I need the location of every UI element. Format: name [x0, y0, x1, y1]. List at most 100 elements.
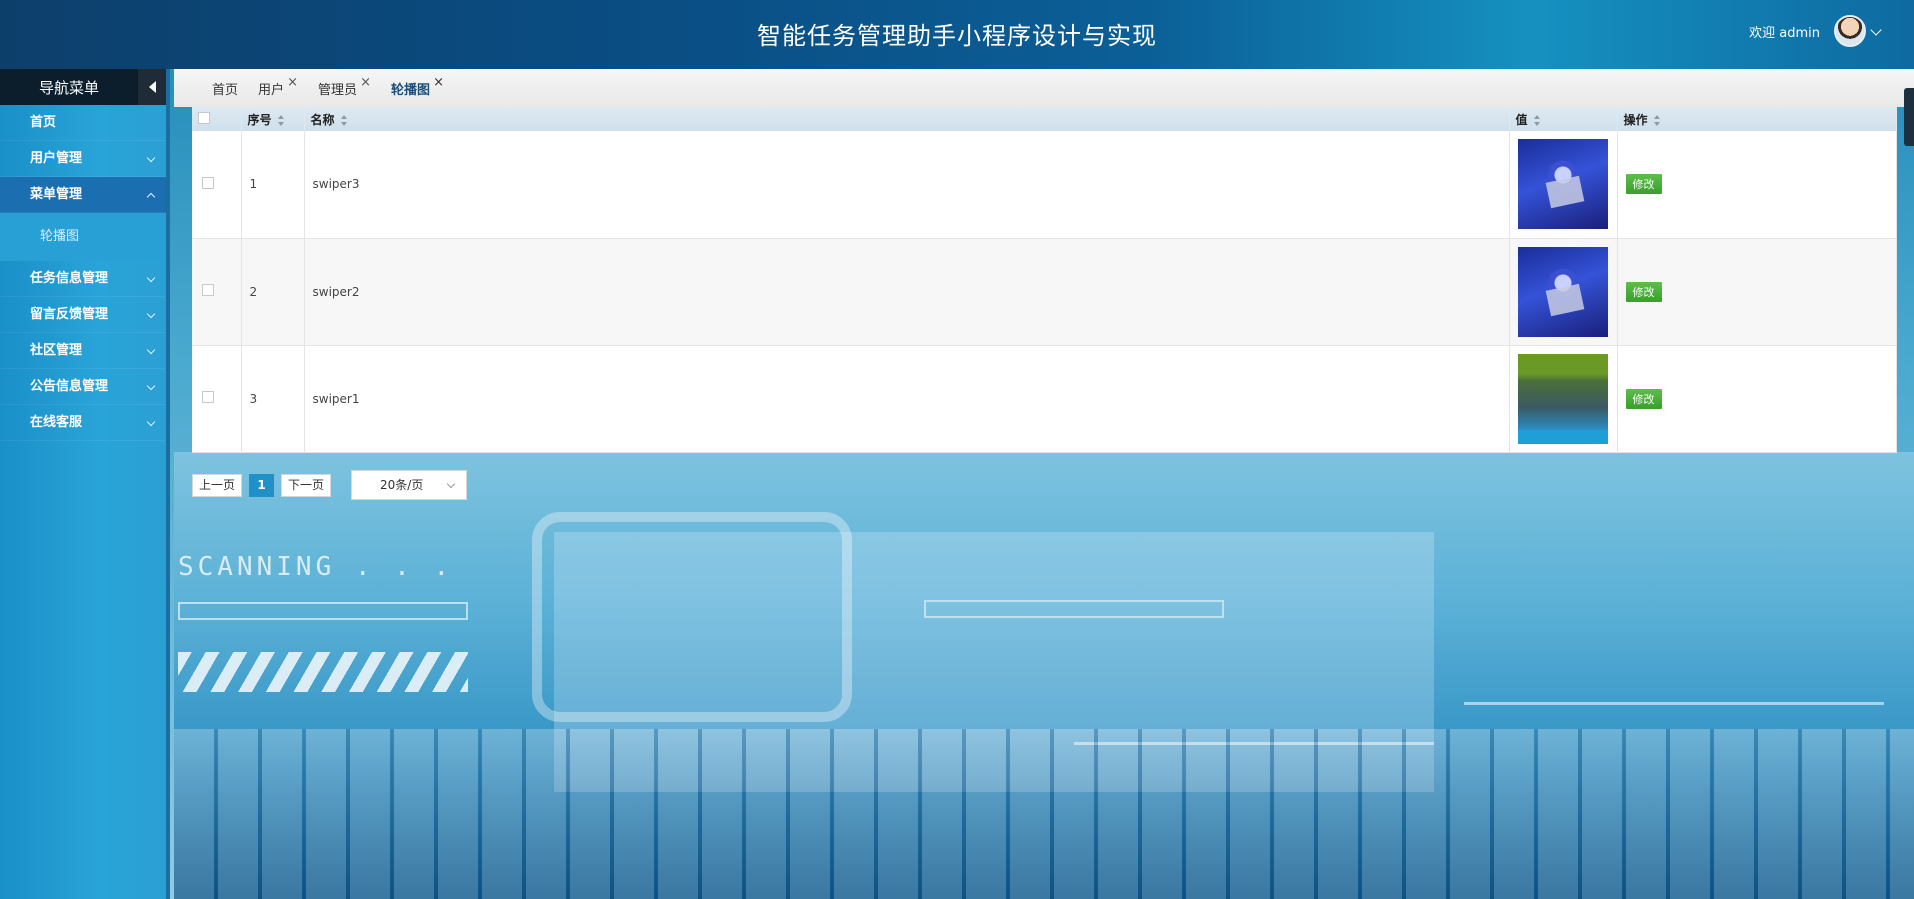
column-header-value[interactable]: 值 — [1509, 107, 1618, 131]
row-checkbox[interactable] — [202, 284, 214, 296]
close-icon[interactable]: × — [360, 75, 371, 90]
sidebar-item-feedback[interactable]: 留言反馈管理 — [0, 297, 166, 333]
row-name: swiper1 — [304, 345, 1510, 452]
sidebar-subitem-carousel[interactable]: 轮播图 — [0, 213, 166, 261]
current-page[interactable]: 1 — [249, 473, 275, 497]
carousel-image[interactable] — [1517, 353, 1608, 444]
side-scroll-handle[interactable] — [1904, 88, 1914, 146]
row-image-cell — [1509, 131, 1618, 238]
sidebar-item-label: 在线客服 — [30, 415, 83, 430]
sidebar-item-label: 留言反馈管理 — [30, 307, 109, 322]
row-checkbox[interactable] — [202, 391, 214, 403]
background-scanning-text: SCANNING . . . — [178, 552, 454, 582]
column-header-label: 操作 — [1623, 112, 1648, 127]
chevron-down-icon — [146, 309, 156, 319]
row-checkbox[interactable] — [202, 176, 214, 189]
column-header-index[interactable]: 序号 — [241, 107, 305, 131]
page-size-value: 20条/页 — [380, 478, 424, 492]
page-size-select[interactable]: 20条/页 — [351, 470, 468, 500]
table-row: 3 swiper1 修改 — [192, 345, 1897, 452]
background-stripes — [178, 652, 468, 692]
caret-left-icon — [148, 81, 156, 93]
tab-user[interactable]: 用户 × — [258, 75, 298, 98]
sidebar-header: 导航菜单 — [0, 69, 166, 105]
background-bar — [178, 602, 468, 620]
sidebar-item-menu-management[interactable]: 菜单管理 — [0, 177, 166, 213]
sort-icon[interactable] — [1533, 114, 1541, 126]
tab-label: 轮播图 — [391, 82, 431, 98]
chevron-down-icon — [146, 417, 156, 427]
edit-button[interactable]: 修改 — [1625, 174, 1662, 195]
close-icon[interactable]: × — [433, 75, 444, 90]
welcome-text: 欢迎 admin — [1749, 26, 1820, 41]
edit-button[interactable]: 修改 — [1625, 388, 1662, 409]
sidebar-item-online-service[interactable]: 在线客服 — [0, 405, 166, 441]
close-icon[interactable]: × — [287, 75, 298, 90]
background-bar — [924, 600, 1224, 618]
table-row: 2 swiper2 修改 — [192, 238, 1897, 345]
tab-bar: 首页 用户 × 管理员 × 轮播图 × — [174, 69, 1914, 107]
tab-carousel[interactable]: 轮播图 × — [391, 75, 444, 98]
sidebar-item-announcements[interactable]: 公告信息管理 — [0, 369, 166, 405]
select-all-cell — [192, 107, 242, 131]
background-line — [1464, 702, 1884, 705]
row-action-cell: 修改 — [1617, 345, 1897, 452]
row-image-cell — [1509, 238, 1618, 345]
row-action-cell: 修改 — [1617, 238, 1897, 345]
row-index: 1 — [241, 131, 305, 238]
app-title: 智能任务管理助手小程序设计与实现 — [757, 22, 1157, 50]
pagination: 上一页 1 下一页 20条/页 — [192, 470, 468, 500]
prev-page-button[interactable]: 上一页 — [192, 473, 243, 497]
select-all-checkbox[interactable] — [198, 111, 210, 124]
top-header: 智能任务管理助手小程序设计与实现 欢迎 admin — [0, 0, 1914, 69]
sidebar: 导航菜单 首页 用户管理 菜单管理 轮播图 任务信息管理 留言反馈管理 社区管理… — [0, 69, 170, 899]
chevron-down-icon — [446, 479, 456, 489]
row-select-cell — [192, 345, 242, 452]
sidebar-item-home[interactable]: 首页 — [0, 105, 166, 141]
row-name: swiper2 — [304, 238, 1510, 345]
sort-icon[interactable] — [1653, 114, 1661, 126]
sidebar-item-label: 公告信息管理 — [30, 379, 109, 394]
background-illustration: SCANNING . . . — [174, 452, 1914, 899]
column-header-label: 值 — [1515, 112, 1528, 127]
sidebar-item-community[interactable]: 社区管理 — [0, 333, 166, 369]
table-header-row: 序号 名称 值 操作 — [192, 107, 1897, 131]
chevron-down-icon — [146, 273, 156, 283]
sort-icon[interactable] — [277, 114, 285, 126]
column-header-label: 序号 — [247, 112, 272, 127]
row-select-cell — [192, 238, 242, 345]
background-lock-shape — [532, 512, 852, 722]
tab-label: 用户 — [258, 82, 285, 98]
next-page-button[interactable]: 下一页 — [281, 473, 332, 497]
column-header-label: 名称 — [310, 112, 335, 127]
row-index: 2 — [241, 238, 305, 345]
sort-icon[interactable] — [340, 114, 348, 126]
sidebar-item-label: 菜单管理 — [30, 187, 83, 202]
tab-admin[interactable]: 管理员 × — [318, 75, 371, 98]
sidebar-item-task-info[interactable]: 任务信息管理 — [0, 261, 166, 297]
sidebar-item-label: 社区管理 — [30, 343, 83, 358]
chevron-up-icon — [146, 192, 156, 202]
sidebar-item-user-management[interactable]: 用户管理 — [0, 141, 166, 177]
sidebar-item-label: 用户管理 — [30, 151, 83, 166]
tab-home[interactable]: 首页 — [212, 79, 238, 98]
background-floor — [174, 729, 1914, 899]
chevron-down-icon — [146, 345, 156, 355]
carousel-image[interactable] — [1517, 246, 1608, 337]
user-avatar[interactable] — [1834, 15, 1866, 47]
row-select-cell — [192, 131, 242, 238]
chevron-down-icon — [146, 153, 156, 163]
column-header-name[interactable]: 名称 — [304, 107, 1510, 131]
sidebar-subitem-label: 轮播图 — [40, 229, 80, 244]
tab-label: 首页 — [212, 82, 239, 98]
chevron-down-icon — [146, 381, 156, 391]
table-row: 1 swiper3 修改 — [192, 131, 1897, 238]
column-header-action[interactable]: 操作 — [1617, 107, 1897, 131]
row-image-cell — [1509, 345, 1618, 452]
sidebar-item-label: 首页 — [30, 115, 57, 130]
carousel-image[interactable] — [1517, 139, 1608, 230]
edit-button[interactable]: 修改 — [1625, 281, 1662, 302]
row-action-cell: 修改 — [1617, 131, 1897, 238]
row-index: 3 — [241, 345, 305, 452]
collapse-sidebar-button[interactable] — [138, 69, 166, 105]
